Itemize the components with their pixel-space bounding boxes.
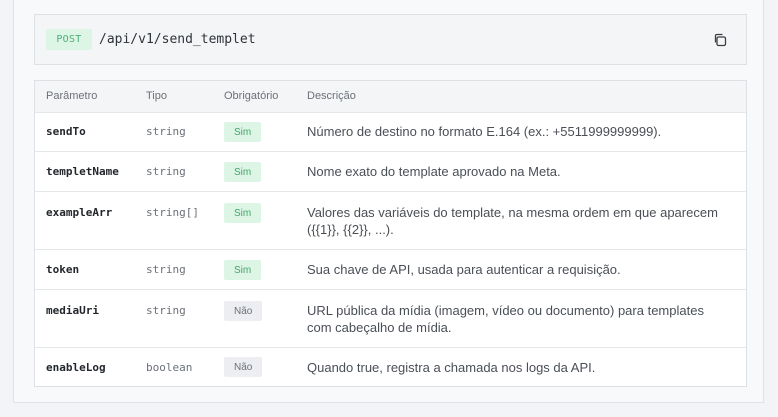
- parameters-table: Parâmetro Tipo Obrigatório Descrição sen…: [34, 80, 747, 387]
- param-type: string: [146, 165, 186, 178]
- required-badge: Sim: [224, 122, 262, 142]
- required-badge: Sim: [224, 203, 262, 223]
- required-badge: Sim: [224, 162, 262, 182]
- param-description: Valores das variáveis do template, na me…: [307, 205, 718, 237]
- table-row: mediaUri string Não URL pública da mídia…: [35, 290, 746, 348]
- header-descricao: Descrição: [307, 90, 356, 102]
- table-header: Parâmetro Tipo Obrigatório Descrição: [35, 81, 746, 113]
- required-badge: Sim: [224, 260, 262, 280]
- param-name: mediaUri: [46, 304, 99, 317]
- param-name: exampleArr: [46, 206, 113, 219]
- table-row: exampleArr string[] Sim Valores das vari…: [35, 192, 746, 250]
- param-name: sendTo: [46, 125, 86, 138]
- endpoint-path: /api/v1/send_templet: [99, 32, 256, 47]
- param-description: Quando true, registra a chamada nos logs…: [307, 360, 596, 375]
- table-row: sendTo string Sim Número de destino no f…: [35, 113, 746, 152]
- param-name: enableLog: [46, 361, 106, 374]
- param-type: string: [146, 304, 186, 317]
- param-name: templetName: [46, 165, 119, 178]
- endpoint-bar: POST /api/v1/send_templet: [34, 14, 747, 65]
- copy-icon: [714, 33, 727, 47]
- header-obrigatorio: Obrigatório: [224, 90, 279, 102]
- header-tipo: Tipo: [146, 90, 167, 102]
- endpoint-panel: POST /api/v1/send_templet Parâmetro Tipo…: [13, 0, 764, 403]
- param-type: string: [146, 263, 186, 276]
- param-type: string: [146, 125, 186, 138]
- param-description: Nome exato do template aprovado na Meta.: [307, 164, 561, 179]
- header-parametro: Parâmetro: [46, 90, 98, 102]
- param-type: string[]: [146, 206, 199, 219]
- optional-badge: Não: [224, 357, 263, 377]
- param-type: boolean: [146, 361, 193, 374]
- param-description: Número de destino no formato E.164 (ex.:…: [307, 124, 662, 139]
- optional-badge: Não: [224, 301, 263, 321]
- table-row: token string Sim Sua chave de API, usada…: [35, 250, 746, 290]
- method-badge: POST: [46, 29, 92, 50]
- table-row: enableLog boolean Não Quando true, regis…: [35, 348, 746, 386]
- param-description: Sua chave de API, usada para autenticar …: [307, 262, 621, 277]
- table-row: templetName string Sim Nome exato do tem…: [35, 152, 746, 192]
- param-description: URL pública da mídia (imagem, vídeo ou d…: [307, 303, 704, 335]
- copy-button[interactable]: [710, 30, 730, 50]
- param-name: token: [46, 263, 80, 276]
